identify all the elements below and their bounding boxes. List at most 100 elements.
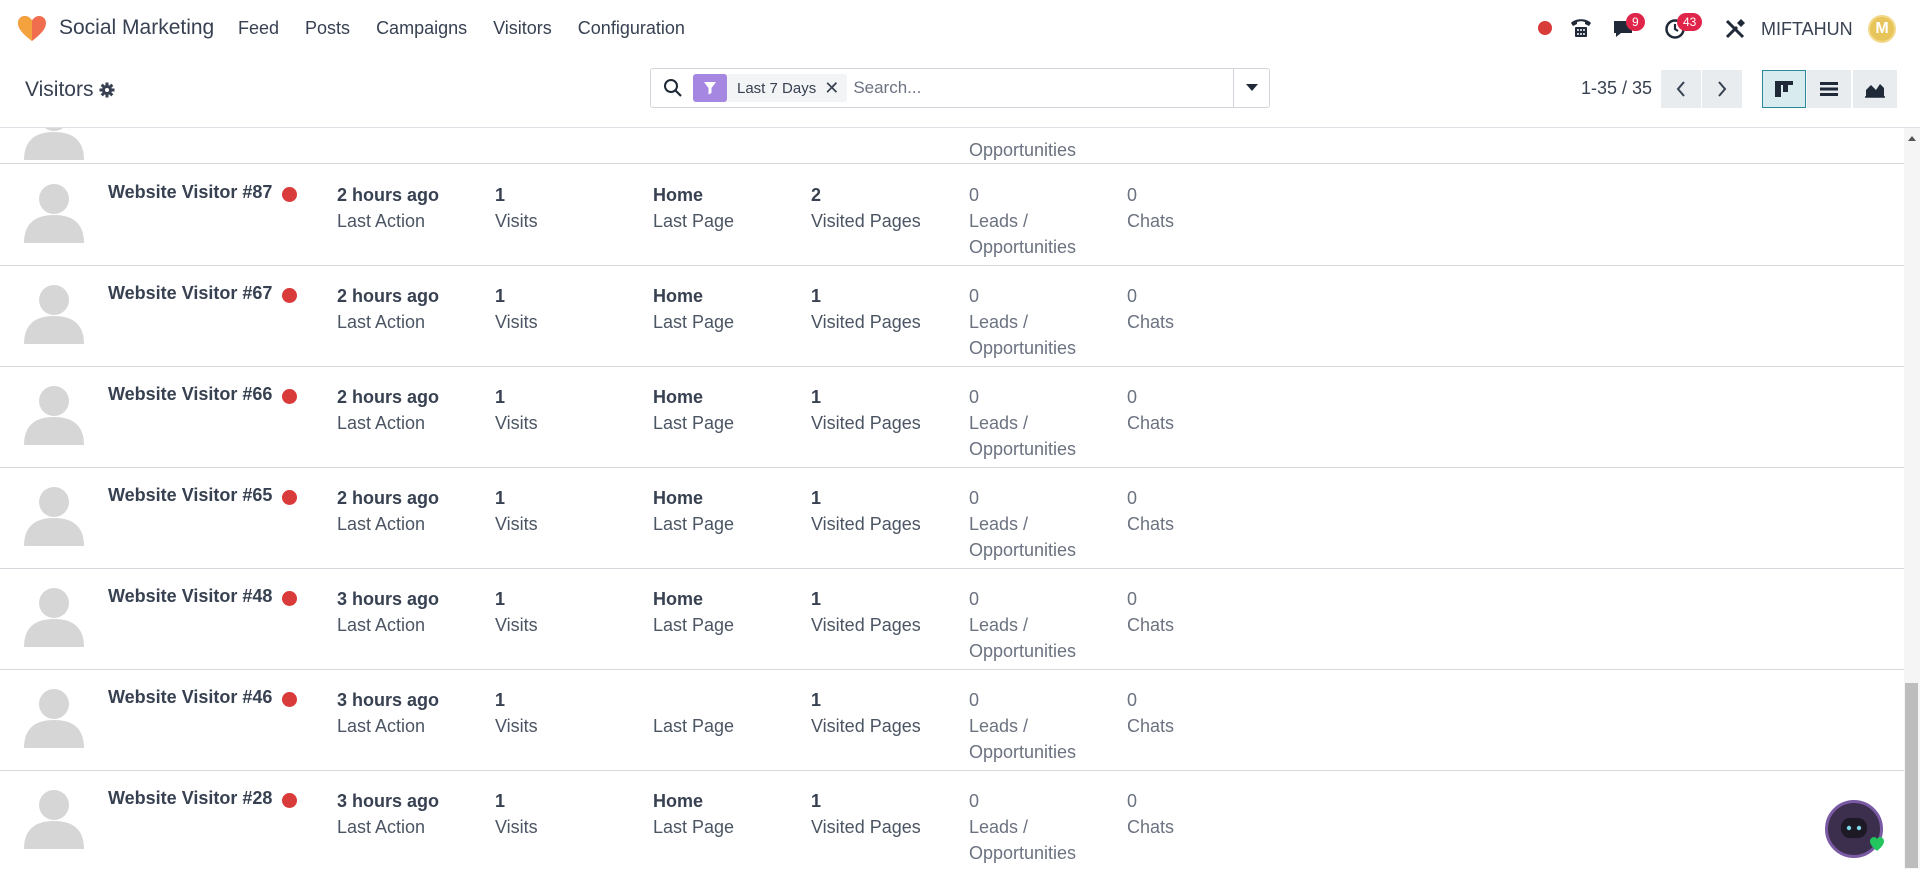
menu-posts[interactable]: Posts [305,18,350,39]
last-page-value: Home [653,488,704,508]
filter-icon [693,74,727,102]
visited-pages-value: 1 [811,286,822,306]
chats-value: 0 [1127,791,1138,811]
avatar [24,285,84,344]
last-page-value: Home [653,286,704,306]
social-marketing-logo-icon[interactable] [17,15,47,43]
avatar [24,689,84,748]
kanban-view-button[interactable] [1762,70,1806,108]
tools-icon[interactable] [1724,18,1746,40]
visitor-name[interactable]: Website Visitor #46 [108,687,272,708]
last-page-value: Home [653,589,704,609]
search-options-toggle[interactable] [1233,69,1269,107]
visited-pages-value: 1 [811,488,822,508]
visitor-row[interactable]: Website Visitor #46 3 hours ago Last Actio… [0,670,1904,771]
visited-pages-cell: 1 Visited Pages [811,687,921,739]
visits-cell: 1 Visits [495,788,538,840]
visitor-name[interactable]: Website Visitor #67 [108,283,272,304]
facet-label: Last 7 Days [737,79,817,97]
chats-value: 0 [1127,286,1138,306]
chats-label: Chats [1127,817,1175,837]
visits-label: Visits [495,312,538,332]
visited-pages-value: 1 [811,387,822,407]
menu-campaigns[interactable]: Campaigns [376,18,467,39]
last-action-value: 2 hours ago [337,286,440,306]
leads-label-1: Leads / [969,716,1029,736]
visits-label: Visits [495,817,538,837]
visitor-name[interactable]: Website Visitor #65 [108,485,272,506]
visitor-list: Opportunities Website Visitor #87 2 hours… [0,128,1904,869]
search-input[interactable] [853,78,1214,98]
last-action-label: Last Action [337,615,426,635]
chats-label: Chats [1127,615,1175,635]
last-page-label: Last Page [653,716,735,736]
leads-cell: 0 Leads / Opportunities [969,485,1076,563]
visitor-row-partial[interactable]: Opportunities [0,128,1904,164]
visitor-row[interactable]: Website Visitor #48 3 hours ago Last Actio… [0,569,1904,670]
phone-icon[interactable] [1569,17,1593,39]
chats-value: 0 [1127,690,1138,710]
leads-label-1: Leads / [969,312,1029,332]
visitor-name[interactable]: Website Visitor #87 [108,182,272,203]
visitor-row[interactable]: Website Visitor #28 3 hours ago Last Actio… [0,771,1904,869]
app-name[interactable]: Social Marketing [59,16,214,40]
pager-previous-button[interactable] [1661,70,1701,108]
last-action-cell: 2 hours ago Last Action [337,283,439,335]
user-name[interactable]: MIFTAHUN [1761,19,1853,40]
visited-pages-label: Visited Pages [811,716,921,736]
activities-badge: 43 [1677,13,1703,31]
chats-cell: 0 Chats [1127,485,1174,537]
gear-icon[interactable] [99,82,115,98]
visited-pages-value: 1 [811,791,822,811]
avatar [24,487,84,546]
avatar [24,790,84,849]
visitor-name[interactable]: Website Visitor #66 [108,384,272,405]
visitor-row[interactable]: Website Visitor #65 2 hours ago Last Actio… [0,468,1904,569]
visitor-row[interactable]: Website Visitor #66 2 hours ago Last Actio… [0,367,1904,468]
last-page-label: Last Page [653,817,735,837]
avatar [24,386,84,445]
menu-configuration[interactable]: Configuration [578,18,685,39]
chats-cell: 0 Chats [1127,687,1174,739]
chats-cell: 0 Chats [1127,384,1174,436]
recording-status-icon[interactable] [1538,21,1552,35]
leads-label-2: Opportunities [969,237,1077,257]
leads-cell: 0 Leads / Opportunities [969,384,1076,462]
last-page-value [653,687,734,713]
leads-value: 0 [969,387,980,407]
last-page-value: Home [653,387,704,407]
visitor-row[interactable]: Website Visitor #67 2 hours ago Last Actio… [0,266,1904,367]
visitor-name[interactable]: Website Visitor #48 [108,586,272,607]
visits-label: Visits [495,514,538,534]
last-page-value: Home [653,185,704,205]
last-action-label: Last Action [337,413,426,433]
last-page-label: Last Page [653,514,735,534]
graph-view-button[interactable] [1853,70,1897,108]
visitor-row[interactable]: Website Visitor #87 2 hours ago Last Actio… [0,165,1904,266]
menu-feed[interactable]: Feed [238,18,279,39]
visits-value: 1 [495,488,506,508]
search-icon[interactable] [663,78,683,98]
visitor-name[interactable]: Website Visitor #28 [108,788,272,809]
last-action-label: Last Action [337,514,426,534]
search-bar[interactable]: Last 7 Days ✕ [650,68,1270,108]
last-action-value: 3 hours ago [337,589,440,609]
chats-label: Chats [1127,312,1175,332]
scrollbar-thumb[interactable] [1905,683,1918,868]
online-status-dot [282,187,297,202]
list-view-button[interactable] [1807,70,1851,108]
facet-remove-icon[interactable]: ✕ [824,78,847,99]
online-heart-icon [1870,837,1884,851]
last-page-cell: Home Last Page [653,586,734,638]
pager-value[interactable]: 1-35 / 35 [1581,78,1652,99]
top-menu: Feed Posts Campaigns Visitors Configurat… [238,18,711,39]
chevron-down-icon [1245,84,1258,91]
visits-value: 1 [495,589,506,609]
last-page-label: Last Page [653,413,735,433]
menu-visitors[interactable]: Visitors [493,18,552,39]
chats-cell: 0 Chats [1127,586,1174,638]
visits-label: Visits [495,211,538,231]
user-avatar[interactable]: M [1868,15,1896,43]
scroll-up-icon[interactable] [1904,132,1920,144]
pager-next-button[interactable] [1702,70,1742,108]
